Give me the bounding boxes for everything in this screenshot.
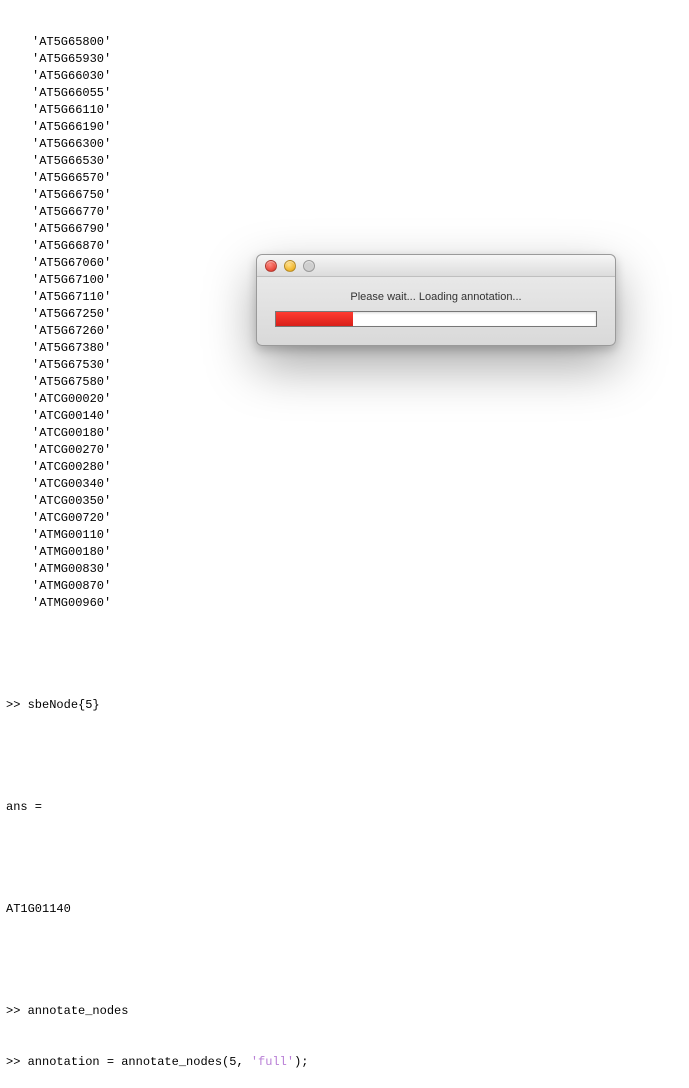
minimize-icon[interactable] xyxy=(284,260,296,272)
list-item: 'ATCG00020' xyxy=(32,391,683,408)
progress-dialog: Please wait... Loading annotation... xyxy=(256,254,616,346)
dialog-titlebar[interactable] xyxy=(257,255,615,277)
list-item: 'ATCG00340' xyxy=(32,476,683,493)
list-item: 'ATMG00110' xyxy=(32,527,683,544)
progress-bar xyxy=(275,311,597,327)
list-item: 'AT5G66870' xyxy=(32,238,683,255)
blank-line xyxy=(6,850,683,867)
list-item: 'ATCG00270' xyxy=(32,442,683,459)
dialog-message: Please wait... Loading annotation... xyxy=(275,291,597,303)
command-text: ); xyxy=(294,1055,308,1069)
list-item: 'AT5G66055' xyxy=(32,85,683,102)
list-item: 'ATMG00830' xyxy=(32,561,683,578)
list-item: 'ATCG00720' xyxy=(32,510,683,527)
matlab-console[interactable]: 'AT5G65800''AT5G65930''AT5G66030''AT5G66… xyxy=(0,0,689,1088)
blank-line xyxy=(6,748,683,765)
list-item: 'ATCG00180' xyxy=(32,425,683,442)
list-item: 'ATMG00870' xyxy=(32,578,683,595)
console-line: >> annotate_nodes xyxy=(6,1003,683,1020)
list-item: 'AT5G67530' xyxy=(32,357,683,374)
command-text: sbeNode{5} xyxy=(28,698,100,712)
console-line: >> annotation = annotate_nodes(5, 'full'… xyxy=(6,1054,683,1071)
list-item: 'ATCG00350' xyxy=(32,493,683,510)
list-item: 'AT5G66530' xyxy=(32,153,683,170)
ans-value: AT1G01140 xyxy=(6,901,683,918)
list-item: 'AT5G65800' xyxy=(32,34,683,51)
list-item: 'AT5G65930' xyxy=(32,51,683,68)
maximize-icon xyxy=(303,260,315,272)
command-text: annotate_nodes xyxy=(28,1004,129,1018)
ans-label: ans = xyxy=(6,799,683,816)
console-line: >> sbeNode{5} xyxy=(6,697,683,714)
list-item: 'AT5G66790' xyxy=(32,221,683,238)
list-item: 'ATMG00180' xyxy=(32,544,683,561)
list-item: 'ATMG00960' xyxy=(32,595,683,612)
list-item: 'AT5G66300' xyxy=(32,136,683,153)
list-item: 'AT5G66770' xyxy=(32,204,683,221)
list-item: 'AT5G66030' xyxy=(32,68,683,85)
progress-fill xyxy=(276,312,353,326)
blank-line xyxy=(6,952,683,969)
blank-line xyxy=(6,646,683,663)
prompt: >> xyxy=(6,1055,28,1069)
command-text: annotation = annotate_nodes(5, xyxy=(28,1055,251,1069)
list-item: 'ATCG00140' xyxy=(32,408,683,425)
list-item: 'AT5G67580' xyxy=(32,374,683,391)
list-item: 'AT5G66190' xyxy=(32,119,683,136)
prompt: >> xyxy=(6,698,28,712)
dialog-body: Please wait... Loading annotation... xyxy=(257,277,615,345)
list-item: 'ATCG00280' xyxy=(32,459,683,476)
list-item: 'AT5G66750' xyxy=(32,187,683,204)
prompt: >> xyxy=(6,1004,28,1018)
string-literal: 'full' xyxy=(251,1055,294,1069)
list-item: 'AT5G66570' xyxy=(32,170,683,187)
list-item: 'AT5G66110' xyxy=(32,102,683,119)
close-icon[interactable] xyxy=(265,260,277,272)
